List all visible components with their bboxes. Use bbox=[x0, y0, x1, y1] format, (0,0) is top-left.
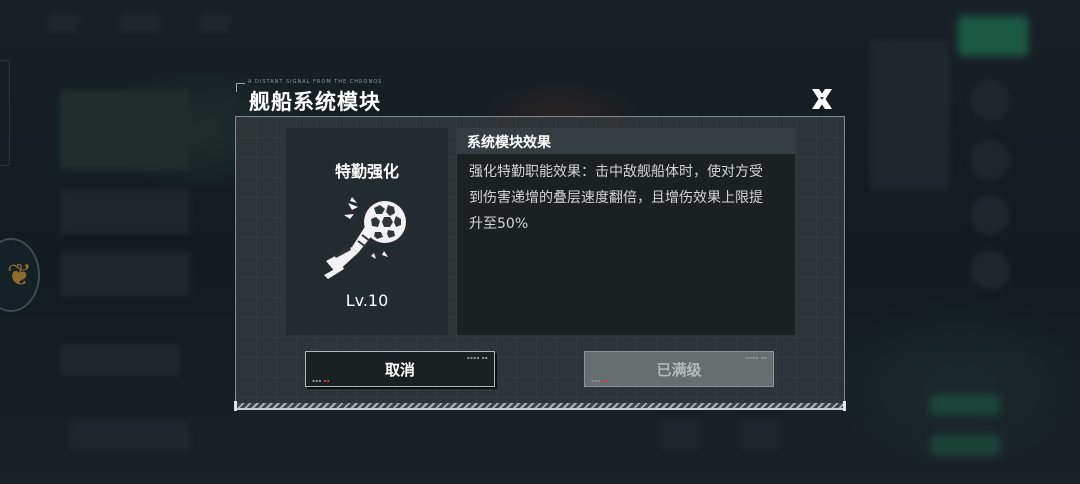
button-corner-mark: ▪▪▪▪ ▪▪ bbox=[466, 355, 488, 360]
button-corner-mark: ▪▪▪ ▪▪ bbox=[591, 378, 609, 383]
panel-cap-right bbox=[843, 401, 846, 411]
cancel-button[interactable]: 取消 ▪▪▪ ▪▪ ▪▪▪▪ ▪▪ bbox=[305, 351, 495, 387]
module-level: Lv.10 bbox=[345, 291, 389, 310]
max-level-button[interactable]: 已满级 ▪▪▪ ▪▪ ▪▪▪▪ ▪▪ bbox=[584, 351, 774, 387]
module-name: 特勤强化 bbox=[334, 162, 399, 181]
close-button[interactable] bbox=[808, 85, 836, 113]
close-x-icon bbox=[812, 89, 832, 109]
panel-bottom-stripe bbox=[235, 403, 845, 410]
button-corner-mark: ▪▪▪▪ ▪▪ bbox=[745, 355, 767, 360]
dialog-title: 舰船系统模块 bbox=[249, 90, 381, 114]
title-corner-decoration bbox=[236, 83, 245, 92]
game-screen: ❦ A DISTANT SIGNAL FROM THE CHRONOS 舰船系统… bbox=[0, 0, 1080, 484]
effect-title: 系统模块效果 bbox=[467, 135, 551, 151]
cancel-button-label: 取消 bbox=[384, 360, 415, 379]
panel-cap-left bbox=[234, 401, 237, 411]
projectile-burst-icon bbox=[324, 197, 406, 279]
title-caption: A DISTANT SIGNAL FROM THE CHRONOS bbox=[248, 79, 383, 85]
effect-description: 强化特勤职能效果：击中敌舰船体时，使对方受到伤害递增的叠层速度翻倍，且增伤效果上… bbox=[469, 164, 763, 232]
max-level-button-label: 已满级 bbox=[656, 360, 702, 379]
button-corner-mark: ▪▪▪ ▪▪ bbox=[312, 378, 330, 383]
